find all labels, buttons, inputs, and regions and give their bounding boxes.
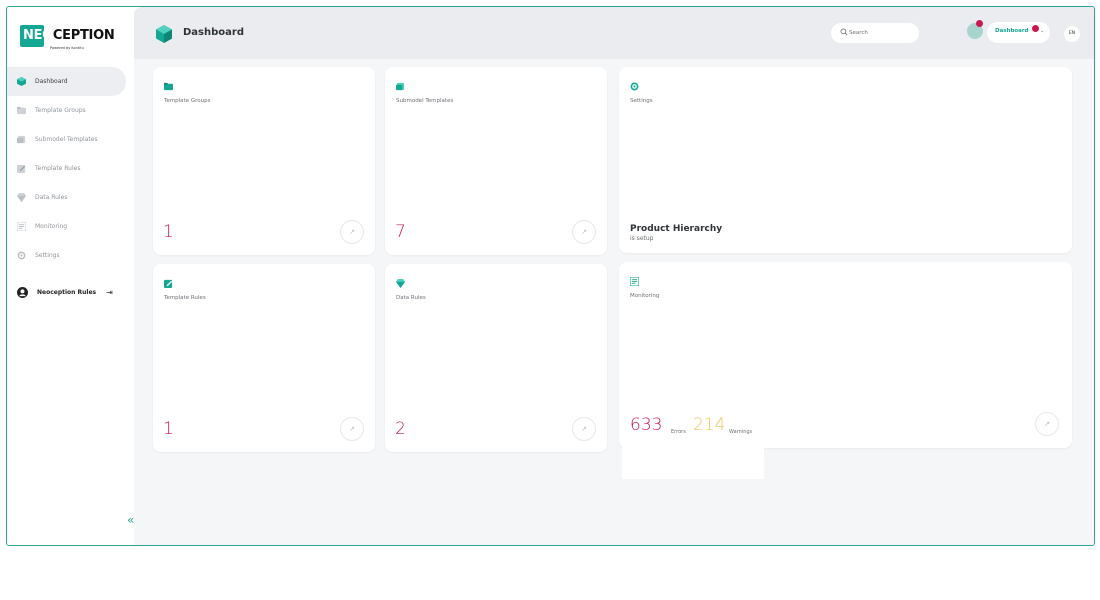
top-bar: Dashboard Dashboard ⌄ EN [134, 7, 1094, 59]
sidebar-item-label: Template Groups [35, 107, 86, 114]
gem-icon [17, 193, 26, 202]
card-template-rules[interactable]: Template Rules 1 ↗ [153, 264, 375, 452]
card-count: 1 [163, 222, 174, 242]
search-icon [840, 28, 848, 36]
errors-count: 633 [630, 415, 663, 435]
page-title: Dashboard [183, 27, 244, 38]
edit-icon [17, 164, 26, 173]
sidebar-item-label: Dashboard [35, 78, 68, 85]
sidebar-item-label: Monitoring [35, 223, 68, 230]
user-menu-badge [1032, 25, 1039, 32]
open-arrow-button[interactable]: ↗ [340, 417, 364, 441]
card-count: 7 [395, 222, 406, 242]
gear-icon [630, 82, 639, 91]
warnings-label: Warnings [729, 429, 753, 435]
card-template-groups[interactable]: Template Groups 1 ↗ [153, 67, 375, 255]
card-monitoring[interactable]: Monitoring 633 Errors 214 Warnings ↗ [619, 262, 1072, 448]
user-menu[interactable]: Dashboard ⌄ [987, 22, 1050, 43]
sidebar-item-template-groups[interactable]: Template Groups [7, 96, 126, 125]
app-window: NEOCEPTION Powered by Kontitu Dashboard … [6, 6, 1095, 546]
main-content: Dashboard Dashboard ⌄ EN Template Groups… [134, 7, 1094, 545]
notification-badge [976, 20, 983, 27]
logo-text-ception: CEPTION [52, 28, 115, 43]
card-label: Settings [630, 98, 653, 104]
sidebar-item-label: Data Rules [35, 194, 68, 201]
gear-icon [17, 251, 26, 260]
errors-label: Errors [671, 429, 686, 435]
stack-icon [396, 82, 405, 91]
sidebar-item-template-rules[interactable]: Template Rules [7, 154, 126, 183]
sidebar-item-monitoring[interactable]: Monitoring [7, 212, 126, 241]
card-data-rules[interactable]: Data Rules 2 ↗ [385, 264, 607, 452]
open-arrow-button[interactable]: ↗ [340, 220, 364, 244]
sidebar-item-settings[interactable]: Settings [7, 241, 126, 270]
sidebar: NEOCEPTION Powered by Kontitu Dashboard … [7, 7, 134, 545]
language-switch[interactable]: EN [1064, 26, 1080, 42]
folder-icon [164, 82, 173, 91]
blank-area [622, 447, 764, 479]
logout-icon[interactable]: ⇥ [106, 288, 113, 297]
product-hierarchy-status: is setup [630, 235, 654, 242]
edit-icon [164, 279, 173, 288]
card-label: Data Rules [396, 295, 426, 301]
cube-icon [17, 77, 26, 86]
sidebar-item-data-rules[interactable]: Data Rules [7, 183, 126, 212]
card-settings[interactable]: Settings Product Hierarchy is setup [619, 67, 1072, 253]
list-icon [630, 277, 639, 286]
chevron-down-icon: ⌄ [1040, 28, 1045, 34]
gem-icon [396, 279, 405, 288]
logo[interactable]: NEOCEPTION Powered by Kontitu [20, 22, 115, 52]
sidebar-item-label: Settings [35, 252, 60, 259]
product-hierarchy-title: Product Hierarchy [630, 224, 723, 234]
sidebar-item-label: Submodel Templates [35, 136, 98, 143]
sidebar-item-submodel-templates[interactable]: Submodel Templates [7, 125, 126, 154]
logo-text-neo: NEO [23, 28, 53, 43]
open-arrow-button[interactable]: ↗ [572, 417, 596, 441]
folder-icon [17, 106, 26, 115]
user-icon [17, 287, 28, 298]
user-menu-label: Dashboard [995, 28, 1029, 34]
sidebar-nav: Dashboard Template Groups Submodel Templ… [7, 67, 126, 307]
sidebar-user[interactable]: Neoception Rules ⇥ [7, 278, 126, 307]
card-count: 1 [163, 419, 174, 439]
list-icon [17, 222, 26, 231]
sidebar-item-label: Template Rules [35, 165, 81, 172]
stack-icon [17, 135, 26, 144]
card-label: Submodel Templates [396, 98, 454, 104]
cube-icon [156, 25, 172, 43]
card-submodel-templates[interactable]: Submodel Templates 7 ↗ [385, 67, 607, 255]
card-label: Template Rules [164, 295, 206, 301]
sidebar-item-dashboard[interactable]: Dashboard [7, 67, 126, 96]
open-arrow-button[interactable]: ↗ [572, 220, 596, 244]
user-name: Neoception Rules [37, 289, 97, 296]
card-label: Template Groups [164, 98, 211, 104]
warnings-count: 214 [693, 415, 726, 435]
card-label: Monitoring [630, 293, 660, 299]
logo-subtitle: Powered by Kontitu [50, 46, 84, 50]
card-count: 2 [395, 419, 406, 439]
open-arrow-button[interactable]: ↗ [1035, 412, 1059, 436]
